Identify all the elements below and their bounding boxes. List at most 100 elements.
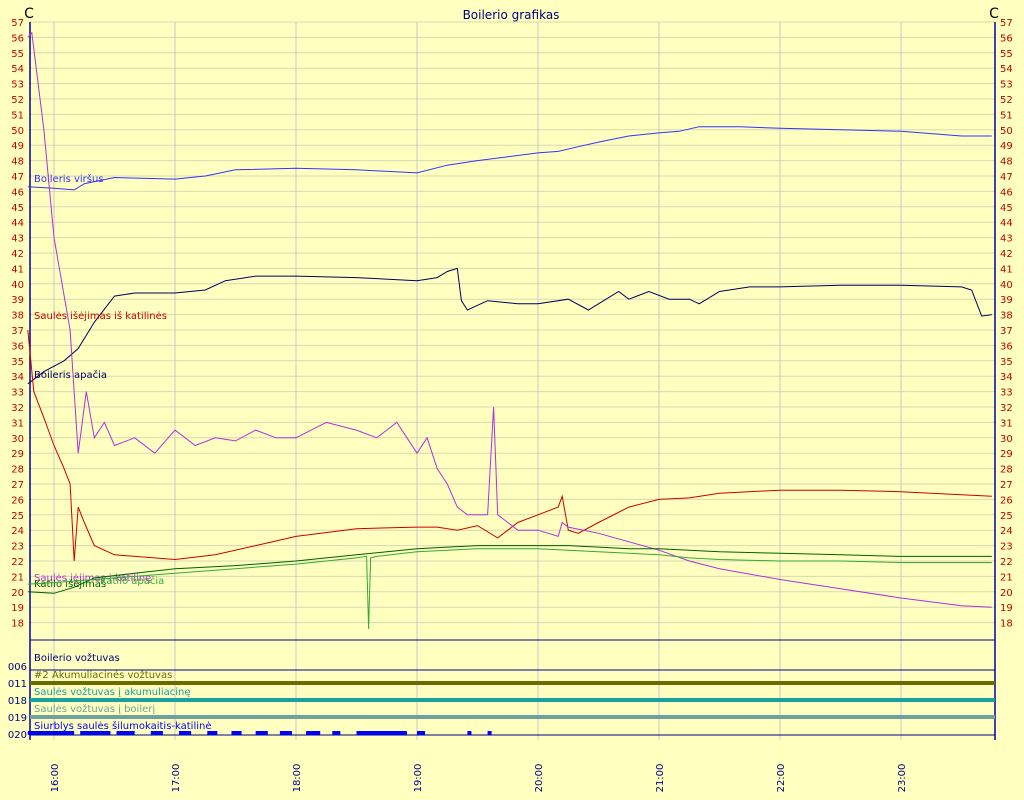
y-tick-label-right: 37 <box>1000 326 1013 337</box>
y-tick-label-left: 45 <box>11 203 24 214</box>
y-tick-label-left: 51 <box>11 110 24 121</box>
y-unit-left: C <box>24 6 34 22</box>
y-tick-label-left: 44 <box>11 218 24 229</box>
track-code: 011 <box>8 679 27 690</box>
y-tick-label-right: 46 <box>1000 187 1013 198</box>
y-tick-label-left: 47 <box>11 172 24 183</box>
series-line <box>27 329 992 562</box>
y-tick-label-right: 43 <box>1000 234 1013 245</box>
y-tick-label-left: 18 <box>11 619 24 630</box>
y-tick-label-right: 39 <box>1000 295 1013 306</box>
y-tick-label-left: 54 <box>11 64 24 75</box>
y-tick-label-right: 22 <box>1000 557 1013 568</box>
y-tick-label-right: 51 <box>1000 110 1013 121</box>
pump-on-segment <box>487 731 492 735</box>
y-tick-label-left: 26 <box>11 495 24 506</box>
y-tick-label-left: 52 <box>11 95 24 106</box>
track-bar <box>30 681 995 685</box>
pump-on-segment <box>207 731 218 735</box>
y-tick-label-right: 42 <box>1000 249 1013 260</box>
y-tick-label-left: 33 <box>11 388 24 399</box>
y-tick-label-right: 19 <box>1000 603 1013 614</box>
x-tick-label: 17:00 <box>171 764 182 793</box>
y-tick-label-left: 39 <box>11 295 24 306</box>
y-tick-label-left: 28 <box>11 465 24 476</box>
chart-title: Boilerio grafikas <box>463 8 560 22</box>
x-tick-label: 20:00 <box>534 764 545 793</box>
pump-on-segment <box>306 731 321 735</box>
pump-on-segment <box>231 731 242 735</box>
y-tick-label-left: 41 <box>11 264 24 275</box>
y-tick-label-left: 27 <box>11 480 24 491</box>
y-tick-label-right: 57 <box>1000 18 1013 29</box>
track-code: 006 <box>8 662 27 673</box>
y-tick-label-right: 23 <box>1000 542 1013 553</box>
y-tick-label-left: 22 <box>11 557 24 568</box>
y-tick-label-right: 47 <box>1000 172 1013 183</box>
y-unit-right: C <box>989 6 999 22</box>
track-label: Saulės vožtuvas į akumuliacinę <box>34 686 191 698</box>
y-tick-label-right: 31 <box>1000 418 1013 429</box>
series-line <box>27 545 992 594</box>
x-tick-label: 21:00 <box>655 764 666 793</box>
track-code: 019 <box>8 713 27 724</box>
x-tick-label: 16:00 <box>50 764 61 793</box>
y-tick-label-right: 32 <box>1000 403 1013 414</box>
track-label: #2 Akumuliacinės vožtuvas <box>34 669 172 681</box>
y-tick-label-right: 54 <box>1000 64 1013 75</box>
y-tick-label-left: 53 <box>11 80 24 91</box>
y-tick-label-left: 23 <box>11 542 24 553</box>
x-tick-label: 19:00 <box>413 764 424 793</box>
y-tick-label-right: 56 <box>1000 33 1013 44</box>
series-line <box>27 126 992 191</box>
y-tick-label-right: 55 <box>1000 49 1013 60</box>
y-tick-label-left: 36 <box>11 341 24 352</box>
y-tick-label-right: 29 <box>1000 449 1013 460</box>
y-tick-label-left: 35 <box>11 357 24 368</box>
y-tick-label-right: 41 <box>1000 264 1013 275</box>
y-tick-label-right: 48 <box>1000 157 1013 168</box>
y-tick-label-left: 32 <box>11 403 24 414</box>
y-tick-label-left: 30 <box>11 434 24 445</box>
y-tick-label-right: 25 <box>1000 511 1013 522</box>
y-tick-label-right: 20 <box>1000 588 1013 599</box>
y-tick-label-left: 42 <box>11 249 24 260</box>
y-tick-label-left: 50 <box>11 126 24 137</box>
series-label: Saulės išėjimas iš katilinės <box>34 310 167 322</box>
series-label: Boileris apačia <box>34 369 107 381</box>
y-tick-label-right: 21 <box>1000 572 1013 583</box>
x-tick-label: 22:00 <box>776 764 787 793</box>
track-label: Saulės vožtuvas į boilerį <box>34 703 155 715</box>
pump-on-segment <box>356 731 407 735</box>
y-tick-label-left: 19 <box>11 603 24 614</box>
y-tick-label-left: 46 <box>11 187 24 198</box>
series-line <box>27 267 992 385</box>
pump-on-segment <box>150 731 163 735</box>
pump-on-segment <box>279 731 292 735</box>
boiler-chart: 57 57 56 56 55 55 54 54 53 53 52 52 51 51 50 50 49 49 48 48… <box>8 6 1013 793</box>
y-tick-label-right: 53 <box>1000 80 1013 91</box>
track-code: 020 <box>8 730 27 741</box>
y-tick-label-left: 31 <box>11 418 24 429</box>
track-code: 018 <box>8 696 27 707</box>
y-tick-label-left: 49 <box>11 141 24 152</box>
y-tick-label-right: 36 <box>1000 341 1013 352</box>
pump-on-segment <box>417 731 426 735</box>
y-tick-label-left: 57 <box>11 18 24 29</box>
y-tick-label-right: 50 <box>1000 126 1013 137</box>
track-bar <box>30 698 995 702</box>
y-tick-label-left: 43 <box>11 234 24 245</box>
y-tick-label-left: 55 <box>11 49 24 60</box>
y-tick-label-right: 45 <box>1000 203 1013 214</box>
y-tick-label-left: 48 <box>11 157 24 168</box>
series-label: Boileris viršus <box>34 173 104 185</box>
x-tick-label: 18:00 <box>292 764 303 793</box>
y-tick-label-left: 24 <box>11 526 24 537</box>
x-tick-label: 23:00 <box>897 764 908 793</box>
y-tick-label-right: 18 <box>1000 619 1013 630</box>
pump-on-segment <box>179 731 192 735</box>
y-tick-label-left: 40 <box>11 280 24 291</box>
y-tick-label-right: 38 <box>1000 311 1013 322</box>
y-tick-label-left: 20 <box>11 588 24 599</box>
pump-on-segment <box>27 731 75 735</box>
